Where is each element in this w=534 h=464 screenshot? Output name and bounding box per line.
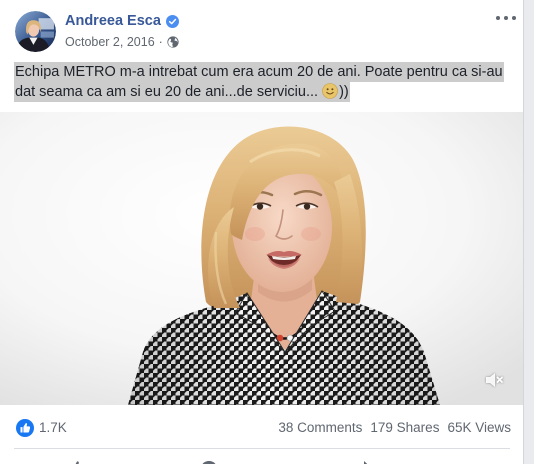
muted-speaker-icon[interactable] — [484, 371, 504, 389]
smile-emoji-icon — [322, 83, 338, 99]
divider — [14, 448, 510, 449]
post-text-line-2-content: dat seama ca am si eu 20 de ani...de ser… — [15, 84, 323, 100]
verified-badge-icon — [165, 14, 179, 28]
like-icon — [68, 459, 88, 464]
more-dot — [504, 16, 508, 20]
post-meta: October 2, 2016 · — [65, 34, 179, 50]
post-date[interactable]: October 2, 2016 — [65, 34, 155, 50]
more-options-icon[interactable] — [496, 13, 516, 23]
profile-photo — [15, 11, 56, 52]
post-text-end: )) — [339, 84, 349, 100]
meta-separator: · — [158, 35, 163, 49]
post-text-line-1: Echipa METRO m-a intrebat cum era acum 2… — [14, 62, 504, 82]
globe-icon[interactable] — [167, 36, 179, 48]
author-avatar[interactable] — [15, 11, 56, 52]
share-button[interactable] — [354, 455, 374, 464]
comment-button[interactable] — [200, 455, 220, 464]
author-row: Andreea Esca — [65, 12, 179, 30]
like-reaction-icon[interactable] — [16, 419, 34, 437]
author-name[interactable]: Andreea Esca — [65, 12, 161, 30]
post-actions-bar — [0, 455, 523, 464]
like-button[interactable] — [68, 455, 88, 464]
comment-icon — [200, 459, 220, 464]
post-text-line-2: dat seama ca am si eu 20 de ani...de ser… — [14, 82, 350, 102]
comments-count[interactable]: 38 Comments — [278, 420, 362, 436]
engagement-counts: 38 Comments 179 Shares 65K Views — [278, 420, 511, 436]
post-card: Andreea Esca October 2, 2016 · Echipa ME… — [0, 0, 524, 464]
views-count: 65K Views — [447, 420, 511, 435]
shares-count[interactable]: 179 Shares — [370, 420, 439, 436]
more-dot — [496, 16, 500, 20]
video-frame — [0, 112, 523, 405]
video-player[interactable] — [0, 112, 523, 405]
reactions-count[interactable]: 1.7K — [39, 420, 67, 436]
share-icon — [354, 459, 374, 464]
more-dot — [512, 16, 516, 20]
